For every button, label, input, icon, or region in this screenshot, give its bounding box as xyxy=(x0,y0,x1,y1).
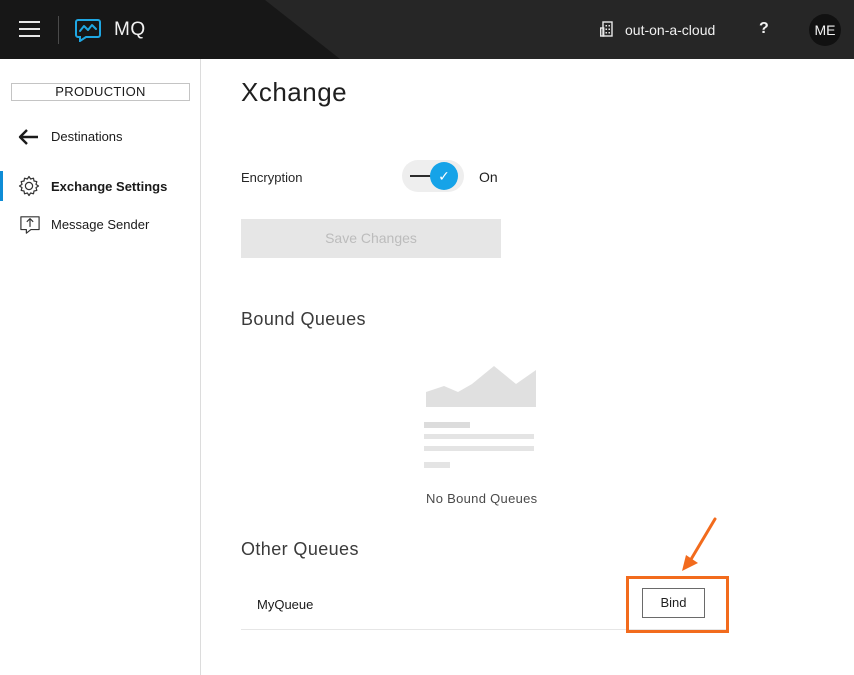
building-icon xyxy=(600,21,613,37)
gear-icon xyxy=(18,175,40,197)
annotation-arrow-icon xyxy=(682,517,717,571)
page-title: Xchange xyxy=(241,77,348,107)
sidebar-item-exchange-settings[interactable]: Exchange Settings xyxy=(0,171,200,201)
other-queues-title: Other Queues xyxy=(241,539,359,559)
user-avatar[interactable]: ME xyxy=(809,14,841,46)
environment-label: PRODUCTION xyxy=(11,83,190,101)
arrow-left-icon xyxy=(18,129,38,145)
mq-logo-icon xyxy=(75,19,101,42)
sidebar-item-destinations[interactable]: Destinations xyxy=(0,121,200,151)
encryption-state: On xyxy=(479,169,498,185)
save-changes-button[interactable]: Save Changes xyxy=(241,219,501,258)
app-name: MQ xyxy=(114,19,146,40)
header-divider xyxy=(58,16,59,44)
help-button[interactable]: ? xyxy=(759,20,769,38)
bound-queues-title: Bound Queues xyxy=(241,309,366,329)
message-send-icon xyxy=(20,216,40,234)
empty-state-text: No Bound Queues xyxy=(426,491,538,506)
hamburger-menu-icon[interactable] xyxy=(19,20,40,39)
sidebar-item-label: Destinations xyxy=(51,129,123,144)
sidebar-item-label: Message Sender xyxy=(51,217,150,232)
encryption-toggle[interactable]: ✓ xyxy=(400,158,466,194)
bind-button[interactable]: Bind xyxy=(642,588,705,618)
sidebar-item-label: Exchange Settings xyxy=(51,179,168,194)
top-header: MQ out-on-a-cloud ? ME xyxy=(0,0,854,59)
sidebar: PRODUCTION Destinations Exchange Setting… xyxy=(0,59,201,675)
sidebar-item-message-sender[interactable]: Message Sender xyxy=(0,209,200,239)
checkmark-icon: ✓ xyxy=(430,162,458,190)
queue-row: MyQueue Bind xyxy=(241,583,729,630)
org-selector[interactable]: out-on-a-cloud xyxy=(625,22,715,38)
empty-state-illustration-icon xyxy=(424,366,536,468)
encryption-label: Encryption xyxy=(241,170,303,185)
queue-name: MyQueue xyxy=(257,597,314,612)
